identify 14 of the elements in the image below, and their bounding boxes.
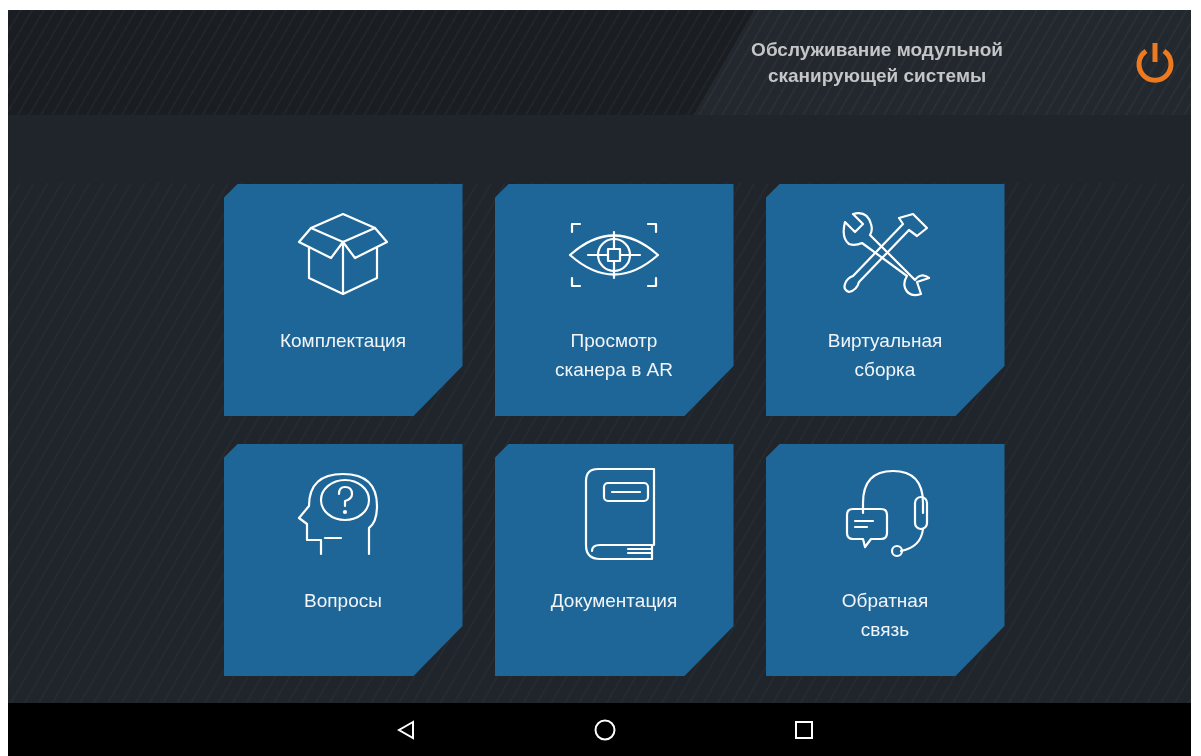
recent-apps-icon [794, 720, 813, 739]
menu-tile[interactable]: Комплектация [223, 184, 463, 416]
eye-target-icon [566, 220, 662, 290]
menu-tile[interactable]: Документация [494, 444, 734, 676]
menu-tile[interactable]: Виртуальная сборка [765, 184, 1005, 416]
menu-tile[interactable]: Обратная связь [765, 444, 1005, 676]
back-icon [396, 719, 415, 740]
menu-tile[interactable]: Просмотр сканера в AR [494, 184, 734, 416]
power-icon [1135, 41, 1175, 84]
box-icon [295, 212, 391, 298]
menu-tile[interactable]: Вопросы [223, 444, 463, 676]
home-icon [593, 718, 616, 741]
home-button[interactable] [592, 717, 617, 742]
app-title: Обслуживание модульной сканирующей системы [751, 37, 1003, 88]
